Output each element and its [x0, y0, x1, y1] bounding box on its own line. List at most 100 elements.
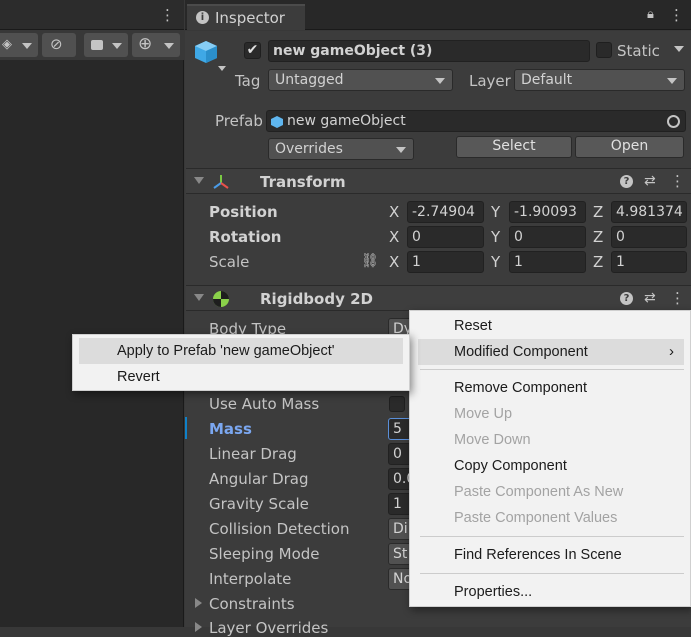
position-z-field[interactable]: 4.981374	[611, 201, 687, 223]
layer-overrides-foldout[interactable]: Layer Overrides	[209, 619, 328, 637]
position-label: Position	[209, 203, 278, 221]
constraints-foldout[interactable]: Constraints	[209, 595, 295, 613]
sleeping-mode-label: Sleeping Mode	[209, 545, 320, 563]
mass-label: Mass	[209, 420, 252, 438]
axis-y-label[interactable]: Y	[491, 203, 500, 221]
scale-z-field[interactable]: 1	[611, 251, 687, 273]
static-dropdown-icon[interactable]	[674, 46, 684, 52]
axis-y-label[interactable]: Y	[491, 228, 500, 246]
kebab-menu-icon[interactable]: ⋮	[670, 174, 685, 189]
axis-z-label[interactable]: Z	[593, 203, 603, 221]
tag-dropdown[interactable]: Untagged	[268, 69, 453, 91]
axis-x-label[interactable]: X	[389, 228, 399, 246]
left-panel-topbar: ⋮	[0, 0, 184, 30]
scale-y-field[interactable]: 1	[509, 251, 586, 273]
menu-item-modified-component[interactable]: Modified Component ›	[418, 339, 684, 365]
rigidbody2d-title: Rigidbody 2D	[260, 290, 373, 308]
tab-inspector[interactable]: i Inspector	[187, 4, 305, 30]
position-y-field[interactable]: -1.90093	[509, 201, 586, 223]
object-picker-icon[interactable]	[667, 115, 680, 128]
foldout-arrow-icon	[194, 177, 204, 184]
eye-slash-icon: ⊘	[50, 35, 63, 53]
transform-title: Transform	[260, 173, 346, 191]
visibility-button[interactable]: ⊘	[42, 33, 76, 57]
submenu-item-apply-to-prefab[interactable]: Apply to Prefab 'new gameObject'	[79, 338, 403, 364]
menu-item-paste-as-new: Paste Component As New	[454, 484, 624, 500]
chevron-down-icon[interactable]	[218, 66, 226, 71]
layer-label: Layer	[469, 72, 511, 90]
tag-label: Tag	[235, 72, 261, 90]
menu-item-find-references[interactable]: Find References In Scene	[410, 542, 690, 568]
kebab-menu-icon[interactable]: ⋮	[669, 8, 684, 23]
lock-icon[interactable]: 🔒︎	[647, 8, 654, 21]
chevron-down-icon	[112, 43, 122, 49]
gizmos-button[interactable]: ⊕	[132, 33, 180, 57]
camera-button[interactable]	[84, 33, 128, 57]
menu-item-move-up: Move Up	[454, 406, 513, 422]
select-button[interactable]: Select	[456, 136, 572, 158]
open-button[interactable]: Open	[575, 136, 684, 158]
axis-z-label[interactable]: Z	[593, 253, 603, 271]
menu-item-properties[interactable]: Properties...	[410, 579, 690, 605]
constrain-proportions-icon[interactable]: ⛓︎	[361, 254, 379, 268]
help-icon[interactable]: ?	[620, 175, 633, 188]
left-panel: ⋮ ◈ ⊘ ⊕	[0, 0, 184, 627]
menu-item-move-down: Move Down	[454, 432, 531, 448]
kebab-menu-icon[interactable]: ⋮	[670, 291, 685, 306]
foldout-arrow-icon[interactable]	[195, 598, 202, 608]
rotation-z-field[interactable]: 0	[611, 226, 687, 248]
use-auto-mass-checkbox[interactable]	[389, 396, 405, 412]
menu-separator	[420, 573, 684, 574]
menu-item-paste-values: Paste Component Values	[454, 510, 618, 526]
rotation-x-field[interactable]: 0	[407, 226, 484, 248]
menu-separator	[420, 536, 684, 537]
chevron-right-icon: ›	[669, 343, 674, 360]
gameobject-icon	[193, 39, 219, 65]
menu-item-remove-component[interactable]: Remove Component	[410, 375, 690, 401]
scale-x-field[interactable]: 1	[407, 251, 484, 273]
axis-y-label[interactable]: Y	[491, 253, 500, 271]
inspector-tabbar: i Inspector 🔒︎ ⋮	[185, 0, 691, 30]
layer-dropdown[interactable]: Default	[514, 69, 685, 91]
kebab-menu-icon[interactable]: ⋮	[160, 8, 175, 23]
chevron-down-icon	[435, 78, 445, 84]
interpolate-label: Interpolate	[209, 570, 292, 588]
prefab-label: Prefab	[215, 112, 263, 130]
object-name-field[interactable]: new gameObject (3)	[268, 40, 590, 62]
scene-toolbar: ◈ ⊘ ⊕	[0, 30, 184, 60]
axis-x-label[interactable]: X	[389, 203, 399, 221]
active-checkbox[interactable]: ✔	[244, 42, 261, 59]
transform-header[interactable]: Transform ? ⇄ ⋮	[186, 168, 691, 194]
rotation-label: Rotation	[209, 228, 282, 246]
camera-icon	[91, 40, 103, 50]
presets-icon[interactable]: ⇄	[644, 174, 656, 188]
linear-drag-label: Linear Drag	[209, 445, 297, 463]
static-label: Static	[617, 42, 660, 60]
submenu-item-revert[interactable]: Revert	[73, 364, 409, 390]
help-icon[interactable]: ?	[620, 292, 633, 305]
gravity-scale-label: Gravity Scale	[209, 495, 309, 513]
layers-button[interactable]: ◈	[0, 33, 38, 57]
chevron-down-icon	[396, 147, 406, 153]
angular-drag-label: Angular Drag	[209, 470, 309, 488]
presets-icon[interactable]: ⇄	[644, 291, 656, 305]
info-icon: i	[196, 11, 209, 24]
menu-item-copy-component[interactable]: Copy Component	[410, 453, 690, 479]
foldout-arrow-icon[interactable]	[195, 622, 202, 632]
static-checkbox[interactable]	[596, 42, 612, 58]
axis-x-label[interactable]: X	[389, 253, 399, 271]
layers-icon: ◈	[2, 37, 12, 52]
chevron-down-icon	[164, 43, 174, 49]
chevron-down-icon	[667, 78, 677, 84]
rigidbody2d-header[interactable]: Rigidbody 2D ? ⇄ ⋮	[186, 285, 691, 311]
prefab-field[interactable]: new gameObject	[266, 110, 686, 132]
rotation-y-field[interactable]: 0	[509, 226, 586, 248]
use-auto-mass-label: Use Auto Mass	[209, 395, 320, 413]
prefab-cube-icon	[271, 115, 283, 128]
position-x-field[interactable]: -2.74904	[407, 201, 484, 223]
menu-item-reset[interactable]: Reset	[410, 313, 690, 339]
overrides-dropdown[interactable]: Overrides	[268, 138, 414, 160]
chevron-down-icon	[22, 43, 32, 49]
axis-z-label[interactable]: Z	[593, 228, 603, 246]
tab-inspector-label: Inspector	[215, 9, 285, 27]
